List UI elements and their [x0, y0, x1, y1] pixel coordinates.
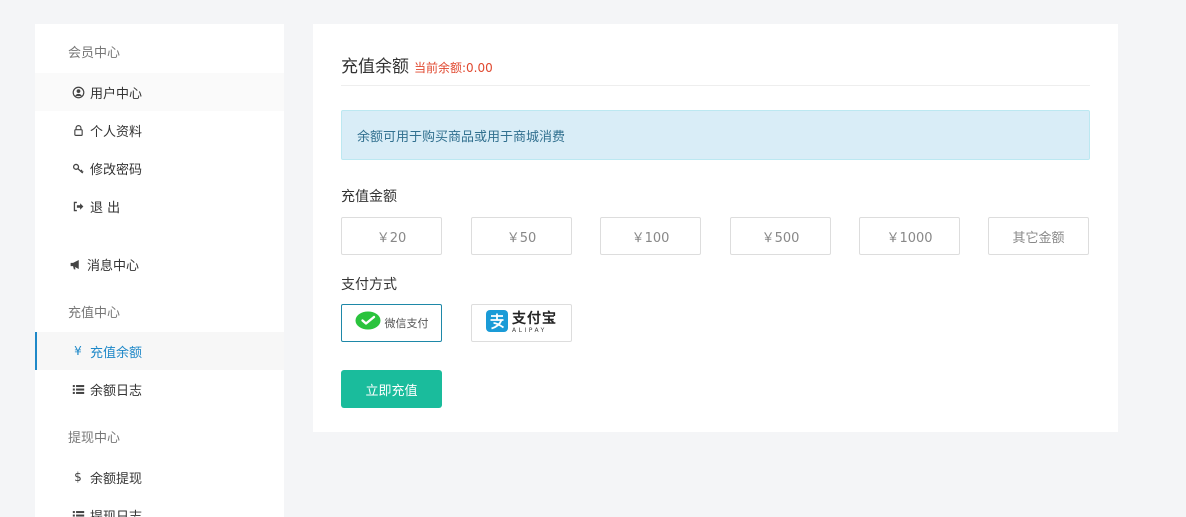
bullhorn-icon	[68, 257, 82, 271]
user-circle-icon	[71, 85, 85, 99]
yen-icon: ¥	[74, 344, 82, 358]
sidebar-item-recharge-balance[interactable]: ¥ 充值余额	[35, 332, 284, 370]
amount-label: 充值金额	[341, 189, 397, 205]
amount-option-100[interactable]: ￥100	[600, 217, 701, 255]
amount-option-500[interactable]: ￥500	[730, 217, 831, 255]
sign-out-icon	[71, 199, 85, 213]
sidebar-item-withdraw-log[interactable]: 提现日志	[35, 496, 284, 517]
sidebar-item-user-center[interactable]: 用户中心	[35, 73, 284, 111]
recharge-panel: 充值余额 当前余额:0.00 余额可用于购买商品或用于商城消费 充值金额 ￥20…	[313, 24, 1118, 432]
sidebar-item-withdraw[interactable]: $ 余额提现	[35, 458, 284, 496]
wechat-pay-option[interactable]: 微信支付	[341, 304, 442, 342]
key-icon	[71, 161, 85, 175]
sidebar-item-label: 余额提现	[90, 471, 143, 487]
alipay-option[interactable]: 支付宝 ALIPAY	[471, 304, 572, 342]
sidebar-item-label: 修改密码	[90, 162, 143, 178]
header-divider	[341, 85, 1090, 86]
page-title: 充值余额	[341, 57, 409, 77]
current-balance: 当前余额:0.00	[414, 61, 493, 75]
sidebar: 会员中心 用户中心 个人资料 修改密码 退 出 消息中心 充值中心 ¥ 充值余额	[35, 24, 284, 517]
sidebar-item-label: 退 出	[90, 200, 121, 216]
lock-icon	[71, 123, 85, 137]
section-title-member: 会员中心	[68, 46, 121, 61]
list-icon	[71, 508, 85, 517]
amount-options: ￥20 ￥50 ￥100 ￥500 ￥1000 其它金额	[341, 217, 1090, 255]
recharge-submit-button[interactable]: 立即充值	[341, 370, 442, 408]
section-title-recharge: 充值中心	[68, 306, 121, 321]
sidebar-item-profile[interactable]: 个人资料	[35, 111, 284, 149]
info-notice: 余额可用于购买商品或用于商城消费	[341, 110, 1090, 160]
sidebar-item-change-password[interactable]: 修改密码	[35, 149, 284, 187]
sidebar-item-label: 充值余额	[90, 345, 143, 361]
section-title-withdraw: 提现中心	[68, 431, 121, 446]
alipay-label-en: ALIPAY	[512, 327, 547, 334]
amount-option-50[interactable]: ￥50	[471, 217, 572, 255]
payment-label: 支付方式	[341, 277, 397, 293]
amount-option-20[interactable]: ￥20	[341, 217, 442, 255]
sidebar-item-label: 余额日志	[90, 383, 143, 399]
amount-option-1000[interactable]: ￥1000	[859, 217, 960, 255]
sidebar-item-logout[interactable]: 退 出	[35, 187, 284, 225]
sidebar-item-balance-log[interactable]: 余额日志	[35, 370, 284, 408]
sidebar-item-messages[interactable]: 消息中心	[35, 245, 284, 283]
wechat-pay-label: 微信支付	[384, 317, 429, 330]
dollar-icon: $	[74, 470, 82, 484]
list-icon	[71, 382, 85, 396]
sidebar-item-label: 提现日志	[90, 509, 143, 517]
alipay-icon	[486, 310, 508, 336]
sidebar-item-label: 个人资料	[90, 124, 143, 140]
alipay-label-cn: 支付宝	[512, 311, 557, 327]
sidebar-item-label: 用户中心	[90, 86, 143, 102]
amount-option-custom[interactable]: 其它金额	[988, 217, 1089, 255]
page-header: 充值余额 当前余额:0.00	[341, 52, 1090, 77]
wechat-icon	[355, 311, 381, 335]
sidebar-item-label: 消息中心	[87, 258, 140, 274]
alipay-wordmark: 支付宝 ALIPAY	[512, 312, 557, 334]
